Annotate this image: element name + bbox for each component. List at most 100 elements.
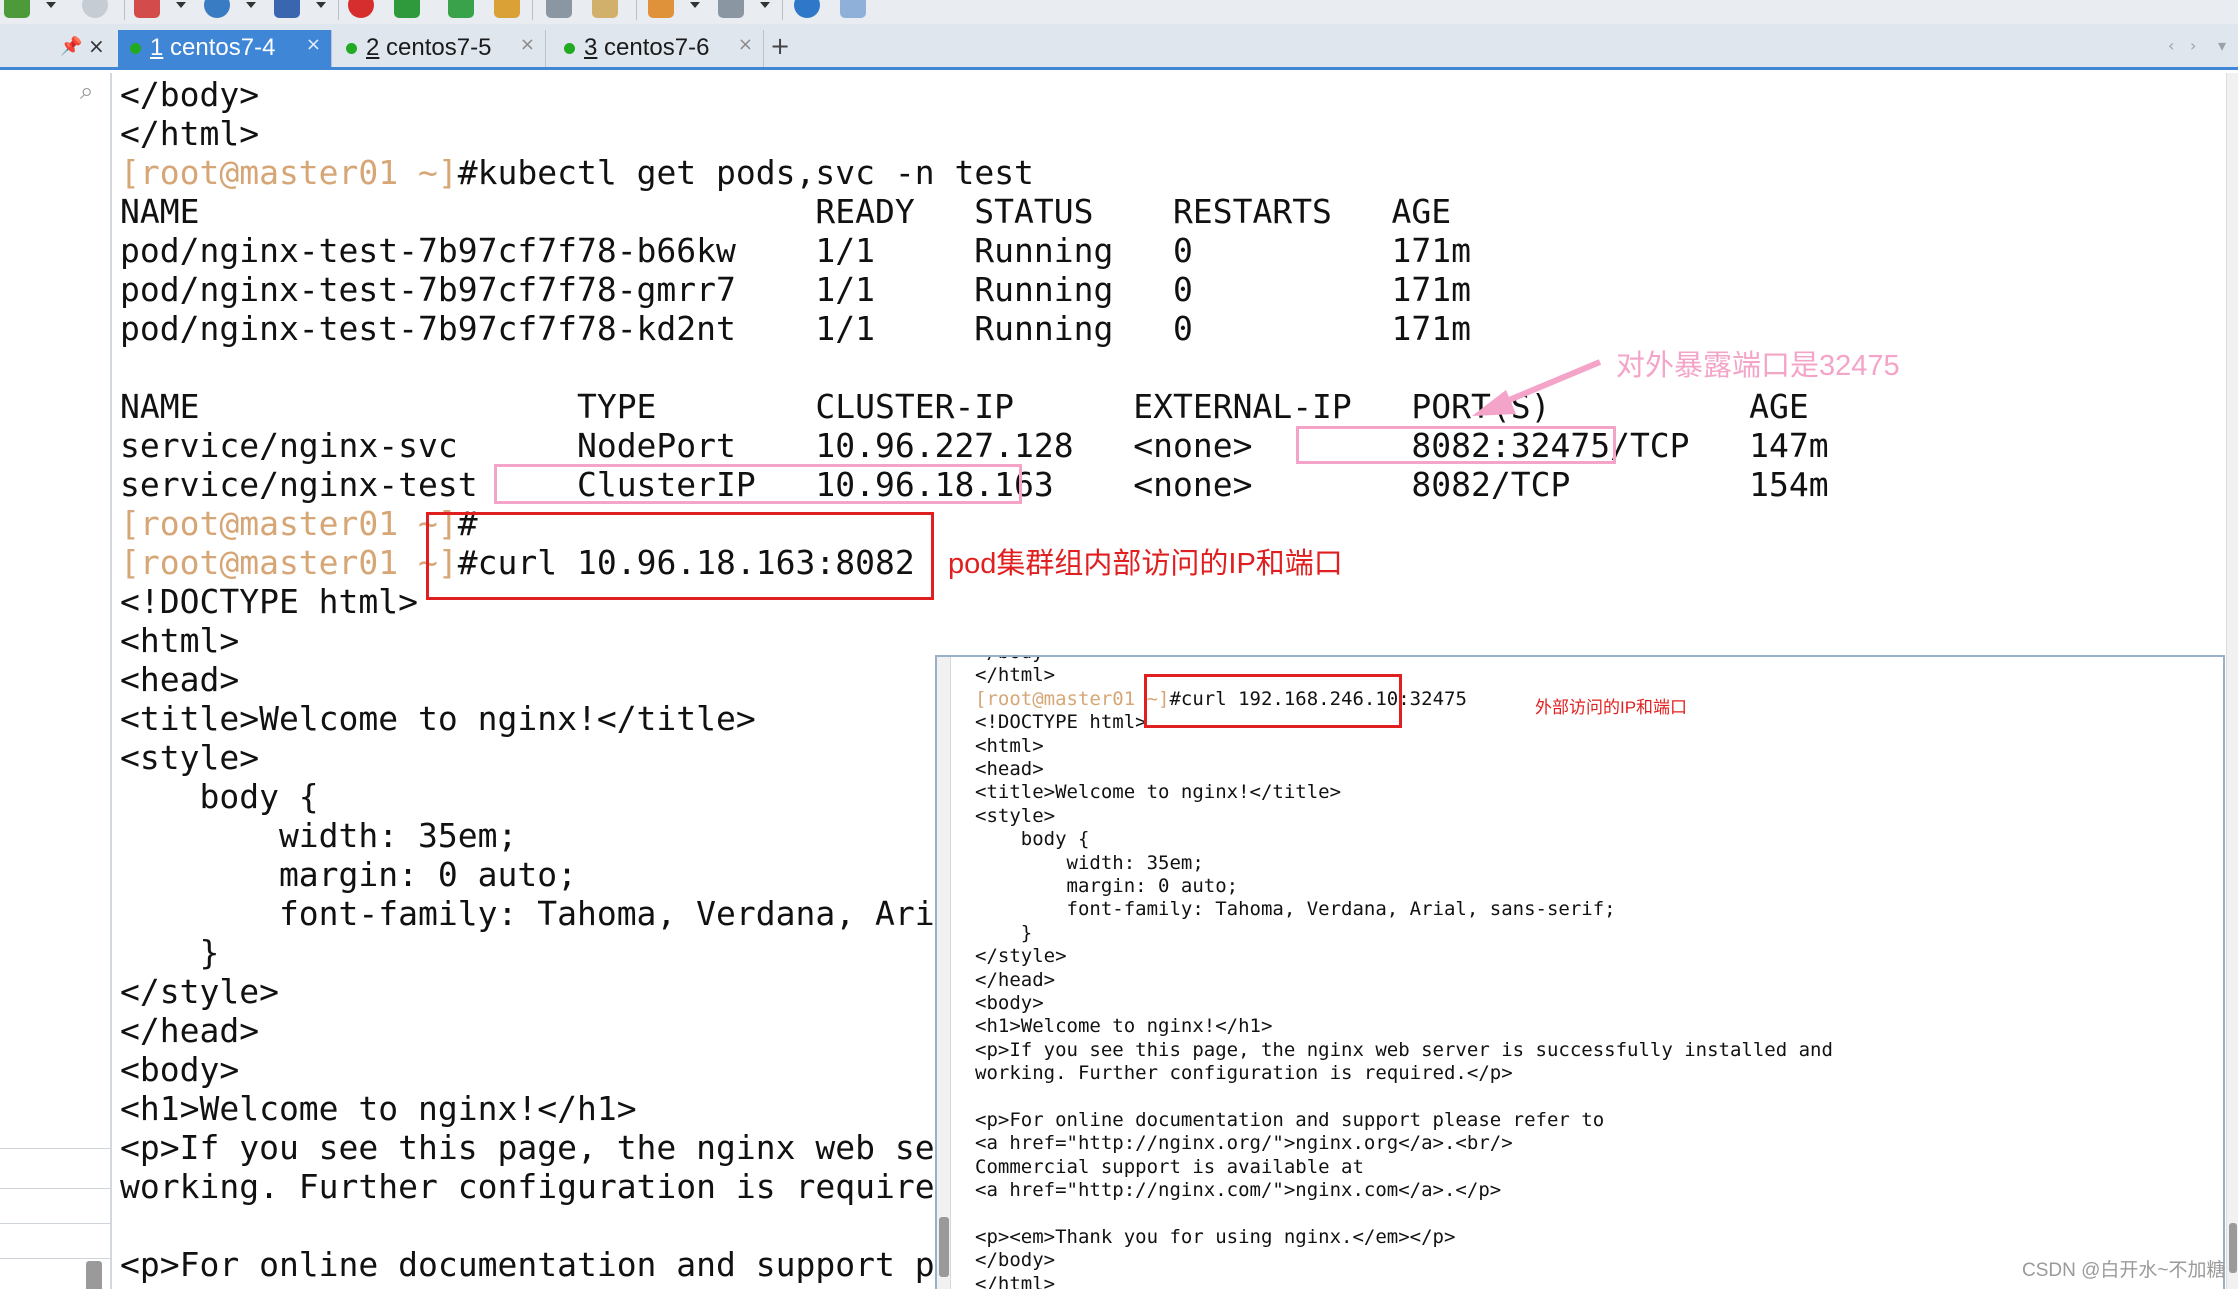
chevron-down-icon[interactable]: [690, 2, 700, 8]
terminal-line: margin: 0 auto;: [120, 855, 577, 894]
font-icon[interactable]: [274, 0, 300, 18]
status-dot-icon: [564, 43, 575, 54]
shell-prompt: [root@master01 ~]: [975, 687, 1170, 710]
terminal-line: body {: [120, 777, 319, 816]
terminal-line: <a href="http://nginx.com/">nginx.com</a…: [975, 1179, 1502, 1202]
layout-icon[interactable]: [134, 0, 160, 18]
terminal-line: <title>Welcome to nginx!</title>: [120, 699, 756, 738]
terminal-line: font-family: Tahoma, Verdana, Arial: [120, 894, 975, 933]
table-row: pod/nginx-test-7b97cf7f78-gmrr7 1/1 Runn…: [120, 270, 1472, 309]
tab-close-icon[interactable]: ×: [738, 34, 753, 55]
terminal-line: <body>: [120, 1050, 240, 1089]
chevron-down-icon[interactable]: [246, 2, 256, 8]
terminal-line: body {: [975, 828, 1090, 851]
session-panel: ⌕: [0, 73, 112, 1289]
chat-icon[interactable]: [840, 0, 866, 18]
scrollbar[interactable]: [2226, 73, 2238, 1289]
terminal-line: <p>If you see this page, the nginx web s…: [120, 1128, 975, 1167]
tab-centos7-4[interactable]: 1 centos7-4 ×: [118, 30, 332, 67]
terminal-line: <head>: [975, 758, 1044, 780]
terminal-line: font-family: Tahoma, Verdana, Arial, san…: [975, 898, 1616, 921]
tab-number: 1: [150, 34, 164, 61]
lock-icon[interactable]: [494, 0, 520, 18]
terminal-line: <html>: [120, 621, 240, 660]
terminal-line: <!DOCTYPE html>: [120, 582, 419, 621]
table-row: pod/nginx-test-7b97cf7f78-b66kw 1/1 Runn…: [120, 231, 1472, 270]
terminal-line: <body>: [975, 992, 1044, 1014]
divider: [0, 1188, 112, 1189]
scrollbar[interactable]: [937, 657, 951, 1289]
chevron-down-icon[interactable]: [760, 2, 770, 8]
search-icon[interactable]: ⌕: [80, 77, 93, 105]
nodeport-highlight-box: [1296, 426, 1616, 464]
scrollbar-thumb[interactable]: [86, 1261, 102, 1289]
table-row: pod/nginx-test-7b97cf7f78-kd2nt 1/1 Runn…: [120, 309, 1472, 348]
table-header: NAME READY STATUS RESTARTS AGE: [120, 192, 1452, 231]
terminal-line: <p><em>Thank you for using nginx.</em></…: [975, 1226, 1456, 1248]
resize-icon[interactable]: [448, 0, 474, 18]
shell-prompt: [root@master01 ~]: [120, 504, 458, 543]
tab-number: 3: [584, 34, 598, 61]
terminal-line: <h1>Welcome to nginx!</h1>: [120, 1089, 637, 1128]
scroll-left-icon[interactable]: ‹: [2168, 36, 2174, 55]
terminal-line: </head>: [120, 1011, 260, 1050]
terminal-line: width: 35em;: [975, 851, 1204, 874]
tab-label: centos7-4: [163, 34, 276, 61]
chevron-down-icon[interactable]: [46, 2, 56, 8]
nodeport-annotation: 对外暴露端口是32475: [1616, 350, 1900, 382]
cluster-annotation: pod集群组内部访问的IP和端口: [948, 548, 1343, 580]
tab-centos7-5[interactable]: 2 centos7-5 ×: [334, 30, 546, 67]
terminal-line: </style>: [975, 945, 1067, 968]
tab-list-icon[interactable]: ▾: [2218, 36, 2226, 55]
chevron-down-icon[interactable]: [316, 2, 326, 8]
new-tab-button[interactable]: +: [770, 32, 790, 60]
watermark: CSDN @白开水~不加糖: [2022, 1260, 2226, 1281]
terminal-line: </body>: [975, 657, 1055, 664]
help-icon[interactable]: [794, 0, 820, 18]
tab-label: centos7-5: [379, 34, 492, 61]
scrollbar-thumb[interactable]: [939, 1217, 949, 1277]
scroll-right-icon[interactable]: ›: [2190, 36, 2196, 55]
terminal-line: width: 35em;: [120, 816, 518, 855]
terminal-line: </style>: [120, 972, 279, 1011]
terminal-line: </html>: [975, 664, 1056, 687]
tab-close-icon[interactable]: ×: [520, 34, 535, 55]
terminal-line: <html>: [975, 734, 1044, 757]
terminal-line: <style>: [975, 804, 1056, 827]
divider: [0, 1258, 112, 1259]
divider: [0, 1223, 112, 1224]
keyboard-icon[interactable]: [546, 0, 572, 18]
terminal-line: </body>: [120, 75, 260, 114]
toolbar-divider: [532, 0, 533, 20]
external-annotation: 外部访问的IP和端口: [1535, 698, 1688, 717]
status-dot-icon: [346, 43, 357, 54]
pin-icon[interactable]: 📌: [60, 36, 82, 57]
settings-icon[interactable]: [4, 0, 30, 18]
tab-label: centos7-6: [597, 34, 710, 61]
terminal-line: }: [120, 933, 220, 972]
shell-prompt: [root@master01 ~]: [120, 153, 458, 192]
status-dot-icon: [130, 43, 141, 54]
scrollbar-thumb[interactable]: [2229, 1223, 2237, 1273]
add-icon[interactable]: [648, 0, 674, 18]
close-panel-icon[interactable]: ×: [88, 34, 105, 58]
tab-close-icon[interactable]: ×: [306, 34, 321, 55]
chevron-down-icon[interactable]: [176, 2, 186, 8]
windows-icon[interactable]: [718, 0, 744, 18]
terminal-line: }: [975, 921, 1033, 944]
external-curl-highlight-box: [1144, 674, 1402, 728]
tab-bar: 📌 × 1 centos7-4 × 2 centos7-5 × 3 centos…: [0, 24, 2238, 70]
record-icon[interactable]: [348, 0, 374, 18]
toolbar-divider: [124, 0, 125, 20]
search-icon[interactable]: [82, 0, 108, 18]
clusterip-highlight-box: [494, 464, 1022, 504]
script-icon[interactable]: [394, 0, 420, 18]
tab-centos7-6[interactable]: 3 centos7-6 ×: [552, 30, 764, 67]
pen-icon[interactable]: [592, 0, 618, 18]
arrow-icon: [1472, 359, 1602, 416]
globe-icon[interactable]: [204, 0, 230, 18]
external-curl-screenshot: </body> </html> [root@master01 ~]#curl 1…: [935, 655, 2225, 1289]
terminal-line: </head>: [975, 968, 1056, 991]
terminal-line: <p>For online documentation and support …: [975, 1109, 1605, 1131]
terminal-line: </body>: [975, 1249, 1056, 1272]
